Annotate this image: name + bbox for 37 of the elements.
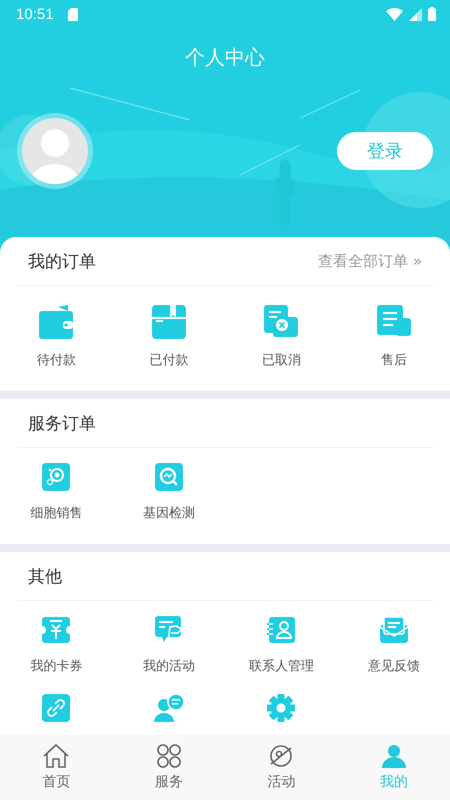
tab[interactable]: 活动 [225, 734, 338, 800]
wifi-icon [386, 8, 403, 20]
section-title: 我的订单 [28, 250, 96, 272]
tab[interactable]: 服务 [112, 734, 225, 800]
link-icon[interactable] [42, 694, 70, 722]
message-cancel-icon[interactable] [263, 304, 300, 340]
menu-label[interactable]: 意见反馈 [368, 657, 420, 675]
person-icon [382, 744, 406, 768]
page-title: 个人中心 [184, 44, 266, 71]
menu-label[interactable]: 细胞销售 [30, 504, 82, 522]
section-title: 服务订单 [28, 412, 96, 434]
menu-label[interactable]: 已付款 [149, 351, 188, 369]
clock: 10:51 [16, 6, 54, 22]
menu-label[interactable]: 我的卡券 [30, 657, 82, 675]
planet-icon [269, 744, 294, 768]
menu-label[interactable]: 基因检测 [142, 504, 195, 522]
avatar[interactable] [17, 113, 93, 189]
contact-card-icon[interactable] [267, 617, 296, 643]
menu-label[interactable]: 联系人管理 [248, 657, 314, 675]
person-chat-icon[interactable] [154, 694, 184, 722]
coupon-icon[interactable] [42, 617, 70, 643]
settings-icon[interactable] [267, 694, 296, 722]
menu-label[interactable]: 待付款 [36, 351, 76, 369]
wallet-icon[interactable] [38, 305, 74, 339]
box-icon[interactable] [150, 304, 187, 340]
menu-label[interactable]: 已取消 [262, 351, 301, 369]
battery-icon [428, 7, 436, 21]
message-flag-icon[interactable] [154, 616, 183, 644]
mail-icon[interactable] [380, 617, 408, 643]
tab[interactable]: 首页 [0, 734, 112, 800]
section-title: 其他 [28, 566, 62, 588]
home-icon [43, 744, 70, 768]
magnifier-chart-icon[interactable] [154, 463, 183, 491]
menu-label[interactable]: 我的活动 [142, 657, 195, 675]
menu-label[interactable]: 售后 [380, 351, 407, 369]
grid-icon [156, 744, 181, 768]
cell-icon[interactable] [42, 463, 70, 491]
